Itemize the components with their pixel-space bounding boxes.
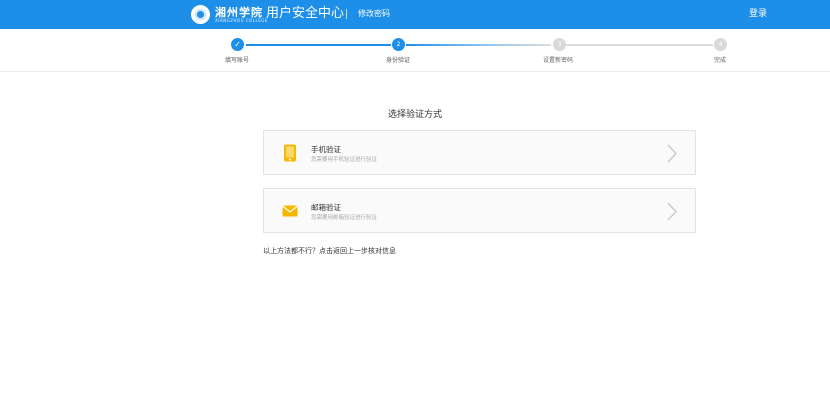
step-connector-1 xyxy=(246,44,391,46)
phone-verification-option[interactable]: 手机验证 您需要用手机验证进行验证 xyxy=(263,130,696,175)
step-connector-2 xyxy=(406,44,551,46)
phone-icon xyxy=(284,144,296,162)
step-2-circle: 2 xyxy=(392,38,405,51)
email-option-title: 邮箱验证 xyxy=(311,203,341,212)
envelope-icon xyxy=(282,205,298,217)
step-connector-3 xyxy=(566,44,713,46)
app-title: 用户安全中心 xyxy=(266,6,345,21)
step-3-circle: 3 xyxy=(553,38,566,51)
page-subtitle: 修改密码 xyxy=(358,9,390,18)
email-verification-option[interactable]: 邮箱验证 您需要用邮箱验证进行验证 xyxy=(263,188,696,233)
verification-method-title: 选择验证方式 xyxy=(387,110,442,120)
phone-option-title: 手机验证 xyxy=(311,145,341,154)
top-header: 湘州学院 XIANGZHOU COLLEGE 用户安全中心 修改密码 登录 xyxy=(0,0,830,29)
step-1-check-icon: ✓ xyxy=(231,38,244,51)
back-to-previous-link[interactable]: 以上方法都不行？点击返回上一步核对信息 xyxy=(263,247,396,256)
header-divider xyxy=(346,9,347,19)
college-seal-icon xyxy=(191,5,210,24)
logo-subname: XIANGZHOU COLLEGE xyxy=(215,17,268,23)
progress-stepper: ✓ 2 3 4 填写账号 身份验证 设置新密码 完成 xyxy=(0,29,830,72)
chevron-right-icon xyxy=(667,202,677,221)
chevron-right-icon xyxy=(667,144,677,163)
logo-name: 湘州学院 xyxy=(215,5,263,19)
step-3-label: 设置新密码 xyxy=(543,57,574,64)
login-link[interactable]: 登录 xyxy=(749,8,767,20)
phone-option-desc: 您需要用手机验证进行验证 xyxy=(311,157,378,163)
email-option-desc: 您需要用邮箱验证进行验证 xyxy=(311,215,378,221)
step-1-label: 填写账号 xyxy=(225,57,250,64)
step-2-label: 身份验证 xyxy=(386,57,411,64)
step-4-circle: 4 xyxy=(714,38,727,51)
logo[interactable]: 湘州学院 XIANGZHOU COLLEGE xyxy=(191,4,268,25)
step-4-label: 完成 xyxy=(714,57,727,64)
